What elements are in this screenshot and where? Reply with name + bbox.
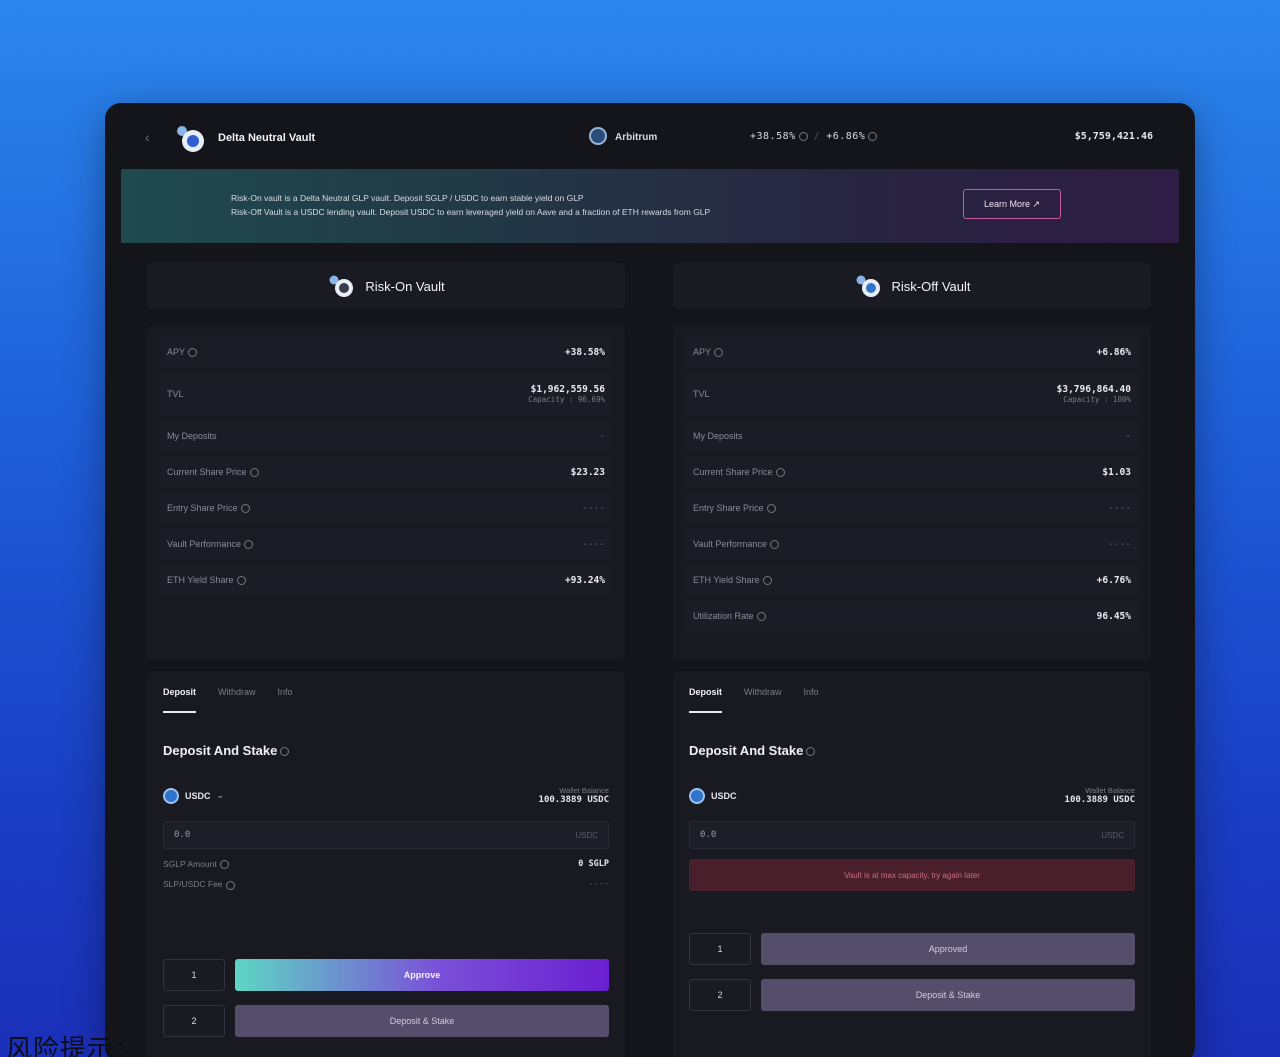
risk-on-tabs: Deposit Withdraw Info (163, 687, 609, 713)
stat-eth-yield-share: ETH Yield Share +6.76% (687, 565, 1137, 595)
stat-utilization-rate: Utilization Rate 96.45% (687, 601, 1137, 631)
risk-off-vault-icon (856, 275, 880, 297)
top-bar: ‹ Delta Neutral Vault Arbitrum +38.58% / +… (105, 103, 1195, 171)
stat-entry-share-price: Entry Share Price ---- (687, 493, 1137, 523)
risk-on-action-panel: Deposit Withdraw Info Deposit And Stake … (147, 671, 625, 1057)
info-icon[interactable] (775, 468, 785, 478)
info-icon[interactable] (240, 504, 250, 514)
usdc-icon (689, 787, 705, 804)
apy-risk-on: +38.58% (750, 131, 796, 142)
token-label: USDC (689, 787, 737, 804)
risk-off-stats: APY +6.86% TVL $3,796,864.40 Capacity : 1… (673, 325, 1151, 660)
info-icon[interactable] (762, 576, 772, 586)
stat-my-deposits: My Deposits - (161, 421, 611, 451)
stat-tvl: TVL $1,962,559.56 Capacity : 96.69% (161, 373, 611, 415)
step-number: 1 (689, 933, 751, 965)
stat-my-deposits: My Deposits - (687, 421, 1137, 451)
info-icon[interactable] (806, 747, 816, 757)
risk-on-vault-icon (329, 275, 354, 297)
stat-current-share-price: Current Share Price $1.03 (687, 457, 1137, 487)
tab-withdraw[interactable]: Withdraw (744, 687, 782, 713)
approve-button[interactable]: Approve (235, 959, 609, 991)
token-row: USDC ⌄ Wallet Balance 100.3889 USDC (163, 786, 609, 805)
wallet-balance: Wallet Balance 100.3889 USDC (538, 786, 609, 805)
info-icon[interactable] (219, 860, 229, 870)
stat-current-share-price: Current Share Price $23.23 (161, 457, 611, 487)
risk-on-stats: APY +38.58% TVL $1,962,559.56 Capacity : … (147, 325, 625, 660)
risk-off-header: Risk-Off Vault (673, 263, 1151, 309)
back-arrow-icon[interactable]: ‹ (145, 129, 150, 145)
risk-off-action-panel: Deposit Withdraw Info Deposit And Stake … (673, 671, 1151, 1057)
step-approved: 1 Approved (689, 933, 1135, 965)
tab-deposit[interactable]: Deposit (689, 687, 723, 713)
info-icon[interactable] (798, 131, 808, 141)
risk-on-header: Risk-On Vault (147, 263, 625, 309)
banner-text: Risk-On vault is a Delta Neutral GLP vau… (231, 191, 710, 219)
info-icon[interactable] (225, 880, 235, 890)
info-icon[interactable] (249, 468, 259, 478)
risk-on-title: Risk-On Vault (365, 278, 445, 294)
token-row: USDC Wallet Balance 100.3889 USDC (689, 786, 1135, 805)
sglp-amount: SGLP Amount 0 SGLP (163, 859, 609, 870)
info-banner: Risk-On vault is a Delta Neutral GLP vau… (121, 169, 1179, 243)
total-tvl: $5,759,421.46 (1074, 131, 1153, 142)
stat-entry-share-price: Entry Share Price ---- (161, 493, 611, 523)
network-label[interactable]: Arbitrum (615, 132, 657, 143)
risk-off-steps: 1 Approved 2 Deposit & Stake (689, 933, 1135, 1025)
wallet-balance: Wallet Balance 100.3889 USDC (1064, 786, 1135, 805)
stat-vault-performance: Vault Performance ---- (161, 529, 611, 559)
step-number: 2 (689, 979, 751, 1011)
approved-button[interactable]: Approved (761, 933, 1135, 965)
capacity-warning: Vault is at max capacity, try again late… (689, 859, 1135, 891)
info-icon[interactable] (236, 576, 246, 586)
arbitrum-icon[interactable] (589, 127, 607, 145)
info-icon[interactable] (280, 747, 290, 757)
section-title: Deposit And Stake (163, 743, 609, 758)
apy-risk-off: +6.86% (826, 131, 866, 142)
stat-tvl: TVL $3,796,864.40 Capacity : 100% (687, 373, 1137, 415)
step-deposit: 2 Deposit & Stake (689, 979, 1135, 1011)
step-deposit: 2 Deposit & Stake (163, 1005, 609, 1037)
tab-withdraw[interactable]: Withdraw (218, 687, 256, 713)
amount-input[interactable]: 0.0 USDC (163, 821, 609, 849)
learn-more-button[interactable]: Learn More ↗ (963, 189, 1061, 219)
step-number: 1 (163, 959, 225, 991)
risk-warning-caption: 风险提示： (6, 1035, 142, 1057)
tab-info[interactable]: Info (278, 687, 293, 713)
amount-input[interactable]: 0.0 USDC (689, 821, 1135, 849)
stat-eth-yield-share: ETH Yield Share +93.24% (161, 565, 611, 595)
usdc-icon (163, 787, 179, 804)
banner-line-2: Risk-Off Vault is a USDC lending vault. … (231, 207, 711, 217)
tab-deposit[interactable]: Deposit (163, 687, 197, 713)
info-icon[interactable] (756, 612, 766, 622)
info-icon[interactable] (766, 504, 776, 514)
stat-apy: APY +38.58% (161, 337, 611, 367)
risk-off-tabs: Deposit Withdraw Info (689, 687, 1135, 713)
info-icon[interactable] (868, 131, 878, 141)
risk-on-steps: 1 Approve 2 Deposit & Stake (163, 959, 609, 1051)
chevron-down-icon: ⌄ (216, 790, 225, 800)
section-title: Deposit And Stake (689, 743, 1135, 758)
deposit-stake-button[interactable]: Deposit & Stake (235, 1005, 609, 1037)
vault-title: Delta Neutral Vault (218, 132, 316, 144)
apy-summary: +38.58% / +6.86% (750, 131, 878, 142)
info-icon[interactable] (243, 540, 253, 550)
risk-off-title: Risk-Off Vault (891, 278, 971, 294)
info-icon[interactable] (714, 348, 724, 358)
banner-line-1: Risk-On vault is a Delta Neutral GLP vau… (231, 193, 584, 203)
stat-apy: APY +6.86% (687, 337, 1137, 367)
step-approve: 1 Approve (163, 959, 609, 991)
deposit-stake-button[interactable]: Deposit & Stake (761, 979, 1135, 1011)
info-icon[interactable] (769, 540, 779, 550)
stat-vault-performance: Vault Performance ---- (687, 529, 1137, 559)
slp-usdc-fee: SLP/USDC Fee ---- (163, 879, 609, 890)
token-selector[interactable]: USDC ⌄ (163, 787, 225, 804)
vault-logo-icon (177, 126, 204, 152)
info-icon[interactable] (188, 348, 198, 358)
step-number: 2 (163, 1005, 225, 1037)
tab-info[interactable]: Info (804, 687, 819, 713)
app-window: ‹ Delta Neutral Vault Arbitrum +38.58% / +… (105, 103, 1195, 1057)
